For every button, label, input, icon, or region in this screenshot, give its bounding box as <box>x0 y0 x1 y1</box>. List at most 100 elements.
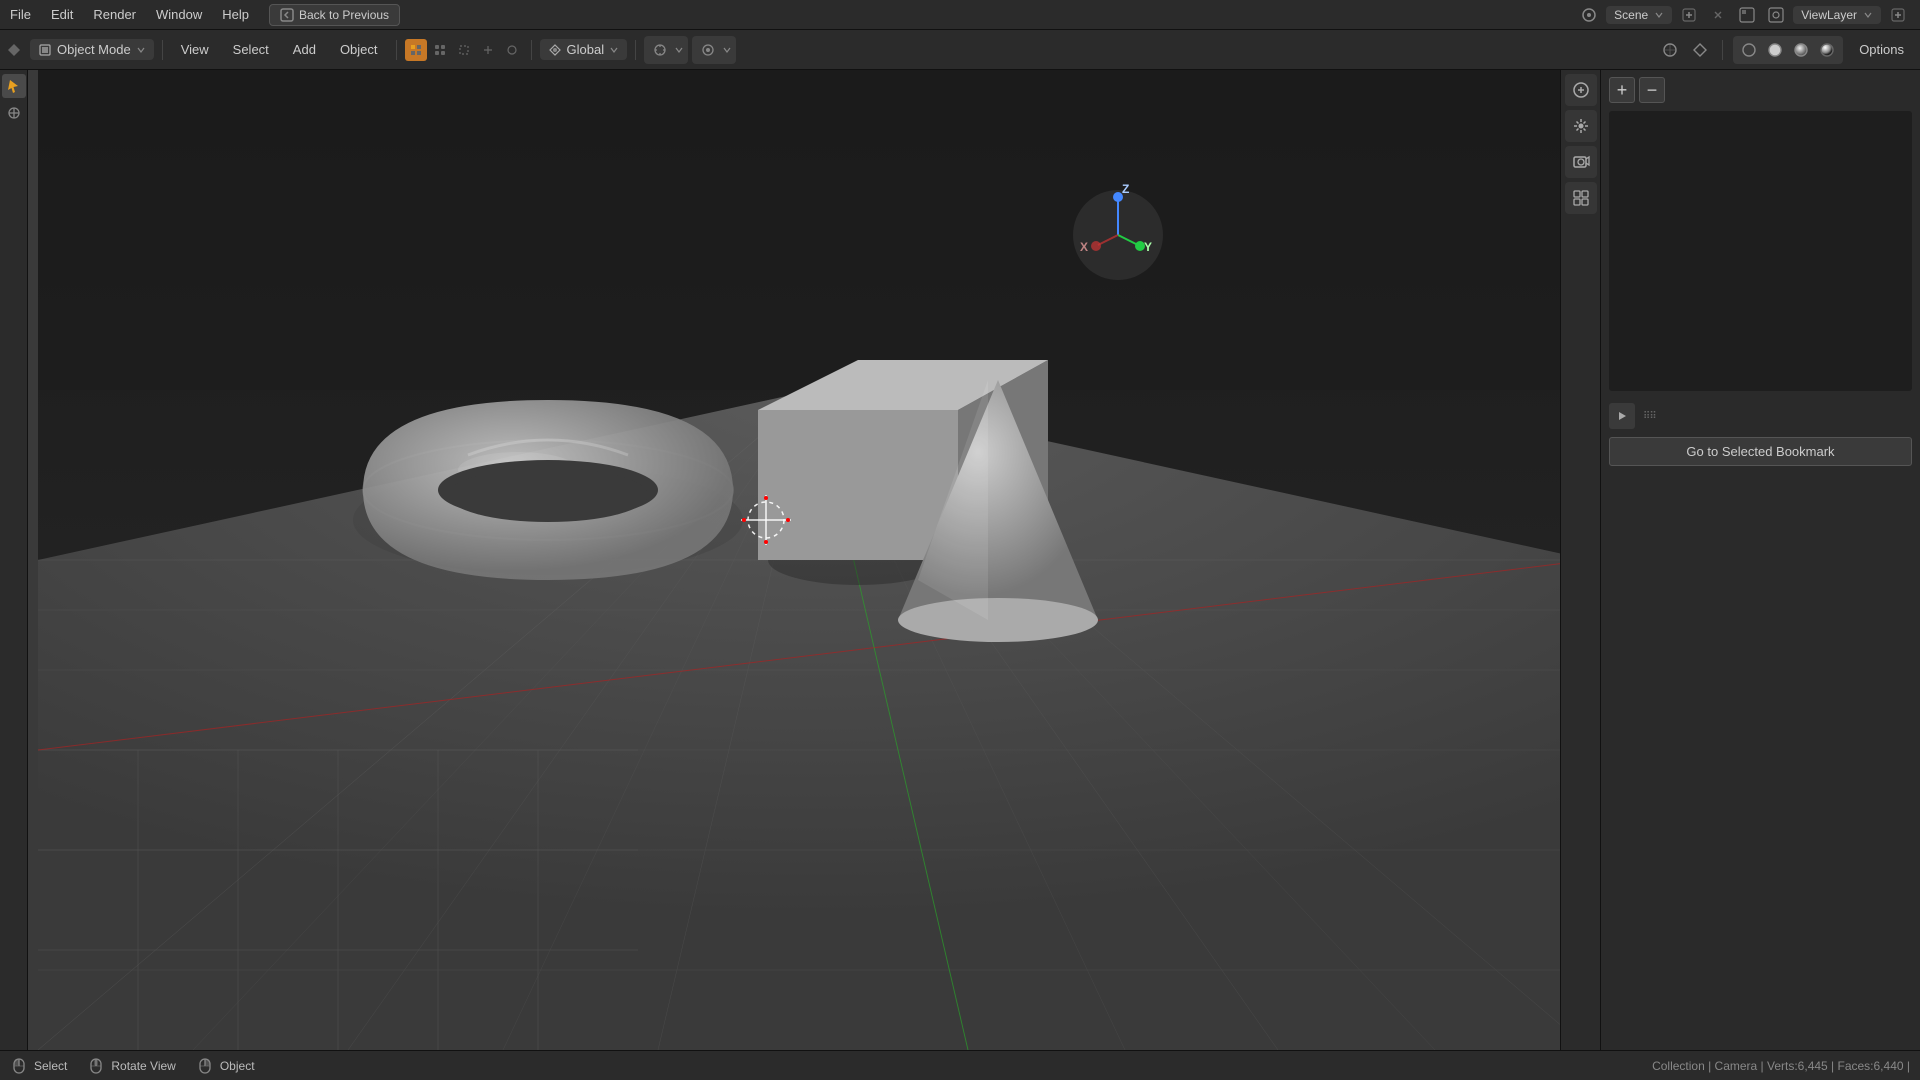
select-mode-box[interactable] <box>405 39 427 61</box>
snap-btn[interactable] <box>648 38 672 62</box>
scene-add-icon-btn[interactable] <box>1677 3 1701 27</box>
grid-dots-icon: ⠿⠿ <box>1643 411 1656 422</box>
mouse-right-icon <box>196 1057 214 1075</box>
render-icon <box>1739 7 1755 23</box>
select-circle-icon <box>433 43 447 57</box>
viewlayer-icon-btn[interactable] <box>1764 3 1788 27</box>
sep3 <box>531 40 532 60</box>
material-btn[interactable] <box>1789 38 1813 62</box>
select-mode-5[interactable] <box>501 39 523 61</box>
remove-bookmark-btn[interactable]: − <box>1639 77 1665 103</box>
tool-cursor[interactable] <box>2 101 26 125</box>
tool-select[interactable] <box>2 74 26 98</box>
viewport-gizmo-icon <box>1691 41 1709 59</box>
viewport-gizmo-btn[interactable] <box>1688 38 1712 62</box>
statusbar: Select Rotate View Object Collection | C… <box>0 1050 1920 1080</box>
viewlayer-icon <box>1768 7 1784 23</box>
scene-icon-btn[interactable] <box>1577 3 1601 27</box>
scene-close-icon-btn[interactable] <box>1706 3 1730 27</box>
sep1 <box>162 40 163 60</box>
back-to-previous-button[interactable]: Back to Previous <box>269 4 400 26</box>
right-viewport-icons <box>1560 70 1600 1050</box>
proportional-btn[interactable] <box>696 38 720 62</box>
scene-selector[interactable]: Scene <box>1606 6 1672 24</box>
grab-btn[interactable] <box>1565 110 1597 142</box>
select-mode-circle[interactable] <box>429 39 451 61</box>
object-menu[interactable]: Object <box>330 39 388 60</box>
menu-edit[interactable]: Edit <box>41 3 83 26</box>
scene-label: Scene <box>1614 8 1648 22</box>
viewlayer-add-icon-btn[interactable] <box>1886 3 1910 27</box>
proportional-group <box>692 36 736 64</box>
stats-text: Collection | Camera | Verts:6,445 | Face… <box>1652 1059 1910 1073</box>
menu-file[interactable]: File <box>0 3 41 26</box>
render-preview-icon <box>1818 41 1836 59</box>
cursor-tool-icon <box>6 105 22 121</box>
scene-add-icon <box>1682 8 1696 22</box>
sep5 <box>1722 40 1723 60</box>
svg-text:X: X <box>1080 240 1088 254</box>
transform-dropdown-icon <box>609 45 619 55</box>
menu-help[interactable]: Help <box>212 3 259 26</box>
grid-icon <box>1571 188 1591 208</box>
material-icon <box>1792 41 1810 59</box>
menu-window[interactable]: Window <box>146 3 212 26</box>
status-object: Object <box>196 1057 255 1075</box>
mouse-left-icon <box>10 1057 28 1075</box>
select-menu[interactable]: Select <box>223 39 279 60</box>
sep2 <box>396 40 397 60</box>
top-menubar: File Edit Render Window Help Back to Pre… <box>0 0 1920 30</box>
shading-group <box>1733 36 1843 64</box>
add-menu[interactable]: Add <box>283 39 326 60</box>
right-sidebar: N Camera Bookmarks ⋮⋮ + − ⠿⠿ <box>1600 0 1920 1080</box>
grid-btn[interactable] <box>1565 182 1597 214</box>
select-mode-group <box>405 39 523 61</box>
menu-render[interactable]: Render <box>83 3 146 26</box>
scene-expand-icon <box>1654 10 1664 20</box>
go-to-bookmark-btn[interactable]: Go to Selected Bookmark <box>1609 437 1912 466</box>
solid-btn[interactable] <box>1763 38 1787 62</box>
proportional-icon <box>700 42 716 58</box>
proportional-expand-icon <box>722 45 732 55</box>
header-right: Scene <box>1577 3 1920 27</box>
camera-btn[interactable] <box>1565 146 1597 178</box>
torus-object <box>353 400 743 580</box>
play-icon <box>1616 410 1628 422</box>
select-box-icon <box>409 43 423 57</box>
back-button-label: Back to Previous <box>299 8 389 22</box>
snap-icon <box>652 42 668 58</box>
wireframe-btn[interactable] <box>1737 38 1761 62</box>
zoom-in-icon <box>1571 80 1591 100</box>
zoom-in-btn[interactable] <box>1565 74 1597 106</box>
options-btn[interactable]: Options <box>1849 39 1914 60</box>
back-icon <box>280 8 294 22</box>
select-mode5-icon <box>505 43 519 57</box>
mode-dropdown-icon <box>136 45 146 55</box>
render-preview-btn[interactable] <box>1815 38 1839 62</box>
viewport[interactable]: Z Y X <box>28 70 1600 1050</box>
view-menu[interactable]: View <box>171 39 219 60</box>
mouse-icon <box>87 1057 105 1075</box>
view-layer-selector[interactable]: ViewLayer <box>1793 6 1881 24</box>
select-mode-4[interactable] <box>477 39 499 61</box>
camera-icon <box>1571 152 1591 172</box>
scene-3d: Z Y X <box>28 70 1600 1050</box>
svg-text:Y: Y <box>1144 240 1152 254</box>
viewlayer-add-icon <box>1891 8 1905 22</box>
scene-close-icon <box>1711 8 1725 22</box>
bookmark-list[interactable] <box>1609 111 1912 391</box>
mode-dropdown[interactable]: Object Mode <box>30 39 154 60</box>
scene-icon <box>1581 7 1597 23</box>
transform-icon <box>548 43 562 57</box>
select-mode-lasso[interactable] <box>453 39 475 61</box>
transform-orientation[interactable]: Global <box>540 39 628 60</box>
render-icon-btn[interactable] <box>1735 3 1759 27</box>
grab-icon <box>1571 116 1591 136</box>
bookmark-controls: + − <box>1601 73 1920 107</box>
sidebar-footer-controls: ⠿⠿ <box>1601 395 1920 437</box>
viewport-mode-icon <box>6 42 22 58</box>
add-bookmark-btn[interactable]: + <box>1609 77 1635 103</box>
transform-label: Global <box>567 42 605 57</box>
viewport-overlay-btn[interactable] <box>1658 38 1682 62</box>
play-btn[interactable] <box>1609 403 1635 429</box>
